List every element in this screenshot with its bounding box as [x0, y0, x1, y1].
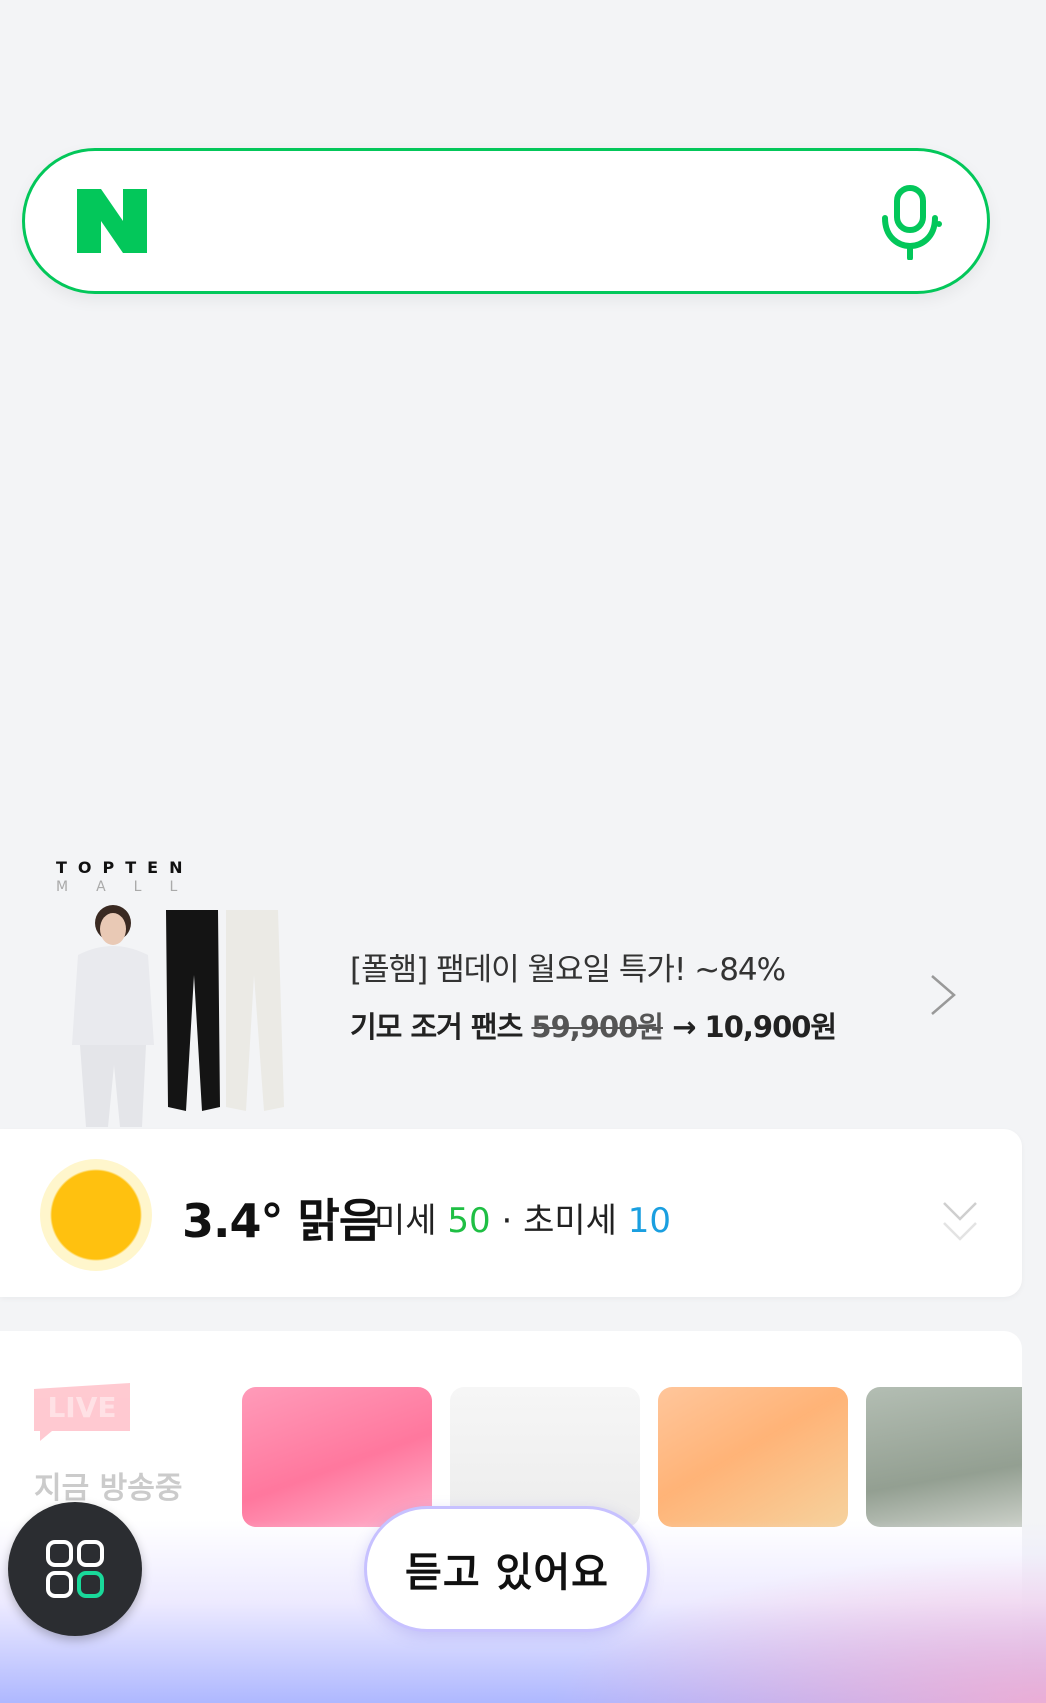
live-thumbnail[interactable] — [866, 1387, 1022, 1527]
live-thumbnail[interactable] — [658, 1387, 848, 1527]
live-thumbnail[interactable] — [242, 1387, 432, 1527]
chevron-down-icon[interactable] — [940, 1197, 980, 1247]
ad-price-line: 기모 조거 팬츠 59,900원 → 10,900원 — [350, 1004, 838, 1046]
microphone-button[interactable] — [877, 181, 947, 263]
search-bar[interactable] — [22, 148, 990, 294]
chevron-right-icon[interactable] — [928, 972, 958, 1018]
ad-brand-logo: TOPTEN MALL — [56, 858, 206, 895]
live-subtitle: 지금 방송중 — [34, 1471, 183, 1506]
ad-headline: [폴햄] 팸데이 월요일 특가! ~84% — [350, 952, 786, 988]
air-quality: 미세 50 · 초미세 10 — [374, 1201, 671, 1241]
weather-card[interactable]: 3.4° 맑음 미세 50 · 초미세 10 — [0, 1129, 1022, 1297]
ad-product-image — [72, 905, 284, 1127]
ad-product-name: 기모 조거 팬츠 — [350, 1010, 523, 1044]
live-badge-label: LIVE — [47, 1390, 117, 1424]
ad-old-price: 59,900원 — [531, 1010, 664, 1044]
voice-listening-indicator[interactable]: 듣고 있어요 — [364, 1506, 650, 1632]
fine-dust-value: 50 — [447, 1201, 491, 1241]
app-menu-button[interactable] — [8, 1502, 142, 1636]
naver-logo-icon — [77, 189, 147, 253]
ultrafine-dust-value: 10 — [627, 1201, 671, 1241]
microphone-icon — [882, 185, 942, 260]
temperature-condition: 3.4° 맑음 — [182, 1194, 381, 1248]
naver-home-screen: TOPTEN MALL [폴햄] 팸데이 월요일 특가! ~84% 기모 조거 … — [0, 0, 1046, 1703]
ad-price-arrow: → — [672, 1010, 696, 1044]
ad-new-price: 10,900원 — [704, 1010, 838, 1044]
sun-icon — [40, 1159, 152, 1271]
app-grid-icon — [46, 1540, 104, 1598]
